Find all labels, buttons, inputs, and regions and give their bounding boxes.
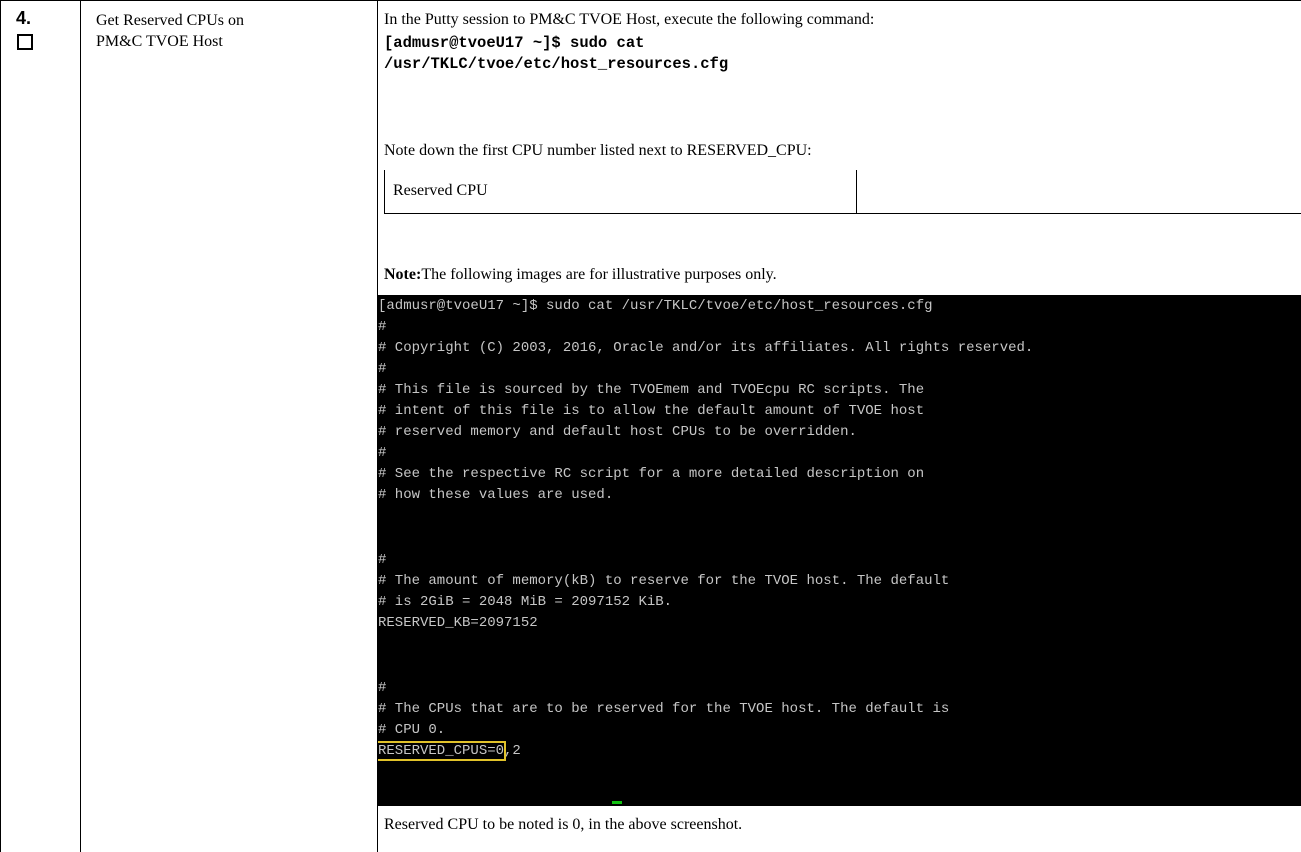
note-text: The following images are for illustrativ… <box>421 266 777 283</box>
table-top-border <box>0 0 1301 1</box>
terminal-cursor <box>612 801 622 804</box>
terminal-line: # how these values are used. <box>378 487 614 503</box>
terminal-line: # <box>378 552 387 568</box>
column-divider-1 <box>80 0 81 852</box>
step-checkbox[interactable] <box>17 34 33 50</box>
terminal-line: # This file is sourced by the TVOEmem an… <box>378 382 925 398</box>
command-line-1: [admusr@tvoeU17 ~]$ sudo cat <box>384 34 645 52</box>
illustrative-note: Note:The following images are for illust… <box>384 266 777 284</box>
terminal-line: # <box>378 680 387 696</box>
terminal-line: # CPU 0. <box>378 722 446 738</box>
terminal-line: # The CPUs that are to be reserved for t… <box>378 701 950 717</box>
conclusion-text: Reserved CPU to be noted is 0, in the ab… <box>384 816 743 833</box>
note-down-text: Note down the first CPU number listed ne… <box>384 142 812 159</box>
reserved-cpus-highlight: RESERVED_CPUS=0 <box>378 741 507 761</box>
reserved-cpu-label-cell: Reserved CPU <box>384 170 857 213</box>
terminal-line: # reserved memory and default host CPUs … <box>378 424 857 440</box>
table-left-border <box>0 0 1 852</box>
terminal-line: # intent of this file is to allow the de… <box>378 403 925 419</box>
terminal-line: # See the respective RC script for a mor… <box>378 466 925 482</box>
reserved-cpu-value-field[interactable] <box>858 170 1301 213</box>
reserved-cpu-label: Reserved CPU <box>393 182 488 199</box>
note-label: Note: <box>384 266 422 283</box>
terminal-line: # <box>378 445 387 461</box>
terminal-line: [admusr@tvoeU17 ~]$ sudo cat /usr/TKLC/t… <box>378 298 933 314</box>
terminal-line: # is 2GiB = 2048 MiB = 2097152 KiB. <box>378 594 673 610</box>
terminal-line-reserved-cpus: RESERVED_CPUS=0,2 <box>378 741 521 761</box>
reserved-cpu-table: Reserved CPU <box>384 170 1301 214</box>
step-number: 4. <box>16 8 32 28</box>
terminal-line: # The amount of memory(kB) to reserve fo… <box>378 573 950 589</box>
terminal-line: # <box>378 361 387 377</box>
terminal-line: # Copyright (C) 2003, 2016, Oracle and/o… <box>378 340 1034 356</box>
step-title: Get Reserved CPUs on PM&C TVOE Host <box>96 12 244 50</box>
terminal-line: # <box>378 319 387 335</box>
reserved-cpus-rest: ,2 <box>504 743 521 759</box>
terminal-screenshot: [admusr@tvoeU17 ~]$ sudo cat /usr/TKLC/t… <box>378 295 1301 806</box>
terminal-line: RESERVED_KB=2097152 <box>378 615 538 631</box>
instruction-text: In the Putty session to PM&C TVOE Host, … <box>384 11 875 28</box>
command-line-2: /usr/TKLC/tvoe/etc/host_resources.cfg <box>384 55 729 73</box>
